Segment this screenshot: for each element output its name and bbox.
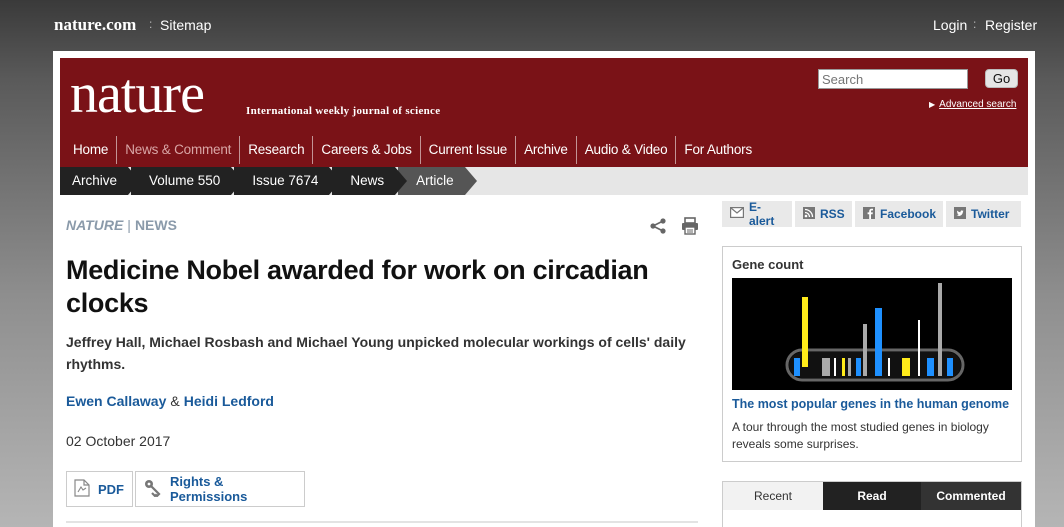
facebook-icon xyxy=(863,206,880,222)
breadcrumb-article: Article xyxy=(398,167,477,195)
go-button[interactable]: Go xyxy=(985,69,1018,88)
top-bar: nature.com : Sitemap Login : Register xyxy=(0,0,1064,50)
article-headline: Medicine Nobel awarded for work on circa… xyxy=(66,255,649,318)
tab-panel xyxy=(722,510,1022,527)
nav-archive[interactable]: Archive xyxy=(516,136,577,164)
gene-count-link[interactable]: The most popular genes in the human geno… xyxy=(732,397,1009,411)
register-link[interactable]: Register xyxy=(985,17,1037,33)
print-icon[interactable] xyxy=(681,217,699,235)
tab-read[interactable]: Read xyxy=(823,482,921,511)
rss-button[interactable]: RSS xyxy=(795,201,852,227)
tagline: International weekly journal of science xyxy=(246,105,441,117)
advanced-search-link[interactable]: ▶ Advanced search xyxy=(929,99,1016,110)
sitemap-link[interactable]: Sitemap xyxy=(160,17,211,33)
gene-count-image[interactable] xyxy=(732,278,1012,390)
section-journal[interactable]: NATURE xyxy=(66,217,123,233)
nav-for-authors[interactable]: For Authors xyxy=(676,136,760,164)
page-container: nature International weekly journal of s… xyxy=(53,51,1035,527)
twitter-icon xyxy=(954,206,971,222)
rss-icon xyxy=(803,206,820,222)
article-date: 02 October 2017 xyxy=(66,433,171,449)
author-separator: & xyxy=(170,393,180,409)
twitter-button[interactable]: Twitter xyxy=(946,201,1021,227)
section-label: NATURE | NEWS xyxy=(66,217,177,233)
facebook-label: Facebook xyxy=(880,207,937,221)
breadcrumb-issue[interactable]: Issue 7674 xyxy=(234,167,342,195)
triangle-right-icon: ▶ xyxy=(929,100,936,109)
rss-label: RSS xyxy=(820,207,845,221)
article-authors: Ewen Callaway & Heidi Ledford xyxy=(66,393,274,409)
gene-count-description: A tour through the most studied genes in… xyxy=(732,420,989,451)
rights-permissions-button[interactable]: Rights & Permissions xyxy=(135,471,305,507)
tab-commented[interactable]: Commented xyxy=(921,482,1021,511)
main-nav: Home News & Comment Research Careers & J… xyxy=(60,136,760,164)
nature-logo[interactable]: nature xyxy=(70,66,205,122)
section-separator: | xyxy=(127,217,131,233)
author-link[interactable]: Ewen Callaway xyxy=(66,393,166,409)
twitter-label: Twitter xyxy=(971,207,1010,221)
search-input[interactable] xyxy=(818,69,968,89)
nav-careers-jobs[interactable]: Careers & Jobs xyxy=(313,136,421,164)
topbar-separator: : xyxy=(149,17,153,31)
tab-recent[interactable]: Recent xyxy=(723,482,823,511)
pdf-icon xyxy=(74,478,98,500)
author-link[interactable]: Heidi Ledford xyxy=(184,393,274,409)
most-tabs: Recent Read Commented xyxy=(722,481,1022,511)
topbar-separator-2: : xyxy=(973,17,977,31)
breadcrumb-archive[interactable]: Archive xyxy=(60,167,141,195)
key-icon xyxy=(144,479,170,500)
breadcrumb-volume[interactable]: Volume 550 xyxy=(131,167,244,195)
nav-research[interactable]: Research xyxy=(240,136,314,164)
breadcrumb-news[interactable]: News xyxy=(332,167,407,195)
facebook-button[interactable]: Facebook xyxy=(855,201,943,227)
pdf-label: PDF xyxy=(98,481,124,497)
advanced-search-label: Advanced search xyxy=(939,99,1017,110)
divider xyxy=(66,521,698,523)
nav-home[interactable]: Home xyxy=(60,136,118,164)
section-type[interactable]: NEWS xyxy=(135,217,177,233)
e-alert-button[interactable]: E-alert xyxy=(722,200,792,228)
nav-current-issue[interactable]: Current Issue xyxy=(421,136,517,164)
rights-permissions-label: Rights & Permissions xyxy=(170,474,248,504)
mail-icon xyxy=(730,207,749,221)
e-alert-label: E-alert xyxy=(749,200,775,228)
nav-news-comment[interactable]: News & Comment xyxy=(117,136,241,164)
gene-count-title: Gene count xyxy=(732,257,804,272)
gene-count-panel: Gene count The most popular genes in the… xyxy=(722,246,1022,462)
breadcrumb: Archive Volume 550 Issue 7674 News Artic… xyxy=(60,167,1028,195)
share-icon[interactable] xyxy=(649,217,667,235)
social-bar: E-alert RSS Facebook Twitter xyxy=(722,200,1021,228)
login-link[interactable]: Login xyxy=(933,17,967,33)
nav-audio-video[interactable]: Audio & Video xyxy=(577,136,677,164)
article-standfirst: Jeffrey Hall, Michael Rosbash and Michae… xyxy=(66,334,686,372)
pdf-button[interactable]: PDF xyxy=(66,471,133,507)
masthead: nature International weekly journal of s… xyxy=(60,58,1028,184)
site-link[interactable]: nature.com xyxy=(54,15,136,35)
